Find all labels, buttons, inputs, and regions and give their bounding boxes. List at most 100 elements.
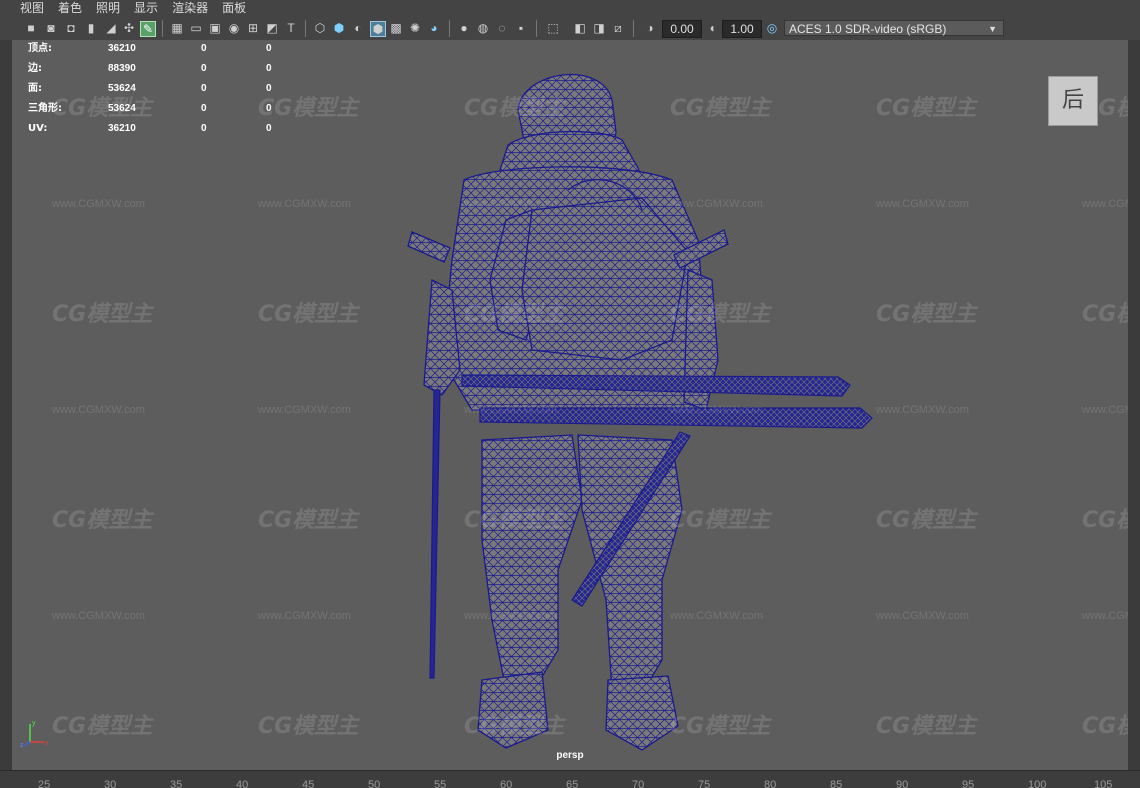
smooth-shade-icon[interactable]: ⬢ xyxy=(332,21,346,35)
cane-staff xyxy=(429,389,441,679)
watermark-logo: CG模型主 xyxy=(258,302,359,327)
film-gate-icon[interactable]: ▭ xyxy=(189,21,203,35)
antialias-icon[interactable]: ◌ xyxy=(495,21,509,35)
right-panel-edge xyxy=(1128,40,1140,770)
watermark-logo: CG模型主 xyxy=(464,714,565,739)
left-panel-edge xyxy=(0,40,12,770)
watermark-url: www.CGMXW.com xyxy=(258,610,351,622)
watermark-logo: CG模型主 xyxy=(258,96,359,121)
exposure-field[interactable]: 0.00 xyxy=(662,20,702,38)
watermark-url: www.CGMXW.com xyxy=(876,198,969,210)
watermark-url: www.CGMXW.com xyxy=(670,198,763,210)
watermark-logo: CG模型主 xyxy=(464,508,565,533)
backface-icon[interactable]: ⧄ xyxy=(611,21,625,35)
x-axis-label: x xyxy=(45,740,49,747)
pencil-icon[interactable]: ✎ xyxy=(140,21,156,37)
gamma-field[interactable]: 1.00 xyxy=(722,20,762,38)
color-space-label: ACES 1.0 SDR-video (sRGB) xyxy=(789,22,947,36)
motion-blur-icon[interactable]: ◍ xyxy=(476,21,490,35)
watermark-url: www.CGMXW.com xyxy=(876,404,969,416)
watermark-logo: CG模型主 xyxy=(670,508,771,533)
watermark-url: www.CGMXW.com xyxy=(1082,610,1128,622)
camera-name-label: persp xyxy=(556,750,584,761)
watermark-url: www.CGMXW.com xyxy=(258,404,351,416)
color-management-icon[interactable]: ◎ xyxy=(765,21,779,35)
watermark-logo: CG模型主 xyxy=(670,714,771,739)
watermark-url: www.CGMXW.com xyxy=(464,198,557,210)
watermark-logo: CG模型主 xyxy=(876,96,977,121)
default-material-icon[interactable]: ⬢ xyxy=(370,21,386,37)
panel-menu-bar: 视图 着色 照明 显示 渲染器 面板 xyxy=(0,0,1140,17)
isolate-select-icon[interactable]: ⬚ xyxy=(546,21,560,35)
grid-icon[interactable]: ▦ xyxy=(170,21,184,35)
watermark-logo: CG模型主 xyxy=(876,714,977,739)
wireframe-icon[interactable]: ⬡ xyxy=(313,21,327,35)
safe-title-icon[interactable]: T xyxy=(284,21,298,35)
field-chart-icon[interactable]: ⊞ xyxy=(246,21,260,35)
z-axis-line xyxy=(23,741,31,747)
watermark-url: www.CGMXW.com xyxy=(876,610,969,622)
watermark-url: www.CGMXW.com xyxy=(52,610,145,622)
textured-icon[interactable]: ▩ xyxy=(389,21,403,35)
watermark-logo: CG模型主 xyxy=(876,508,977,533)
watermark-logo: CG模型主 xyxy=(670,96,771,121)
watermark-logo: CG模型主 xyxy=(876,302,977,327)
image-plane-icon[interactable]: ◢ xyxy=(104,21,118,35)
bookmark-icon[interactable]: ▮ xyxy=(84,21,98,35)
shade-wireframe-icon[interactable]: ◐ xyxy=(351,21,365,35)
gate-mask-icon[interactable]: ◉ xyxy=(227,21,241,35)
camera-lock-icon[interactable]: ◙ xyxy=(44,21,58,35)
watermark-logo: CG模型主 xyxy=(52,714,153,739)
z-axis-label: z xyxy=(20,742,24,748)
right-boot xyxy=(605,675,679,751)
xray-joints-icon[interactable]: ◨ xyxy=(592,21,606,35)
watermark-logo: CG模型主 xyxy=(52,508,153,533)
camera-icon[interactable]: ■ xyxy=(24,21,38,35)
watermark-logo: CG模型主 xyxy=(1082,302,1128,327)
watermark-logo: CG模型主 xyxy=(1082,714,1128,739)
menu-lighting[interactable]: 照明 xyxy=(89,0,127,16)
backpack xyxy=(521,197,689,361)
camera-attributes-icon[interactable]: ✣ xyxy=(122,21,136,35)
menu-show[interactable]: 显示 xyxy=(127,0,165,16)
watermark-logo: CG模型主 xyxy=(464,302,565,327)
watermark-url: www.CGMXW.com xyxy=(1082,404,1128,416)
lights-icon[interactable]: ✺ xyxy=(408,21,422,35)
color-space-dropdown[interactable]: ACES 1.0 SDR-video (sRGB) ▼ xyxy=(784,20,1004,36)
exposure-icon[interactable]: ◑ xyxy=(643,21,657,35)
time-slider-ruler[interactable]: 25 30 35 40 45 50 55 60 65 70 75 80 85 90 95 100 105 xyxy=(0,770,1140,788)
watermark-url: www.CGMXW.com xyxy=(464,610,557,622)
camera-attributes-icon[interactable]: ◘ xyxy=(64,21,78,35)
gamma-icon[interactable]: ◖ xyxy=(705,21,719,35)
left-leg xyxy=(481,434,583,681)
persp-viewport[interactable]: 顶点: 36210 0 0 边: 88390 0 0 面: 53624 0 0 … xyxy=(12,40,1128,770)
view-cube[interactable]: 后 xyxy=(1048,76,1098,126)
watermark-logo: CG模型主 xyxy=(464,96,565,121)
watermark-url: www.CGMXW.com xyxy=(1082,198,1128,210)
shadows-icon[interactable]: ◕ xyxy=(427,21,441,35)
menu-view[interactable]: 视图 xyxy=(0,0,51,16)
ambient-occlusion-icon[interactable]: ● xyxy=(457,21,471,35)
left-shoulder-plate xyxy=(407,231,451,263)
panel-toolbar: ■ ◙ ◘ ▮ ◢ ✣ ✎ ▦ ▭ ▣ ◉ ⊞ ◩ T ⬡ ⬢ ◐ ⬢ ▩ ✺ … xyxy=(0,17,1140,41)
xray-icon[interactable]: ◧ xyxy=(573,21,587,35)
watermark-url: www.CGMXW.com xyxy=(464,404,557,416)
watermark-logo: CG模型主 xyxy=(258,714,359,739)
chevron-down-icon: ▼ xyxy=(988,24,997,34)
y-axis-label: y xyxy=(32,720,36,727)
watermark-url: www.CGMXW.com xyxy=(670,404,763,416)
depth-of-field-icon[interactable]: ▪ xyxy=(514,21,528,35)
menu-panels[interactable]: 面板 xyxy=(215,0,253,16)
watermark-url: www.CGMXW.com xyxy=(52,404,145,416)
resolution-gate-icon[interactable]: ▣ xyxy=(208,21,222,35)
watermark-logo: CG模型主 xyxy=(52,302,153,327)
watermark-url: www.CGMXW.com xyxy=(670,610,763,622)
watermark-url: www.CGMXW.com xyxy=(258,198,351,210)
menu-renderer[interactable]: 渲染器 xyxy=(165,0,215,16)
watermark-logo: CG模型主 xyxy=(258,508,359,533)
menu-shading[interactable]: 着色 xyxy=(51,0,89,16)
watermark-logo: CG模型主 xyxy=(52,96,153,121)
safe-action-icon[interactable]: ◩ xyxy=(265,21,279,35)
watermark-logo: CG模型主 xyxy=(1082,508,1128,533)
axis-gizmo: y x z xyxy=(20,720,49,748)
